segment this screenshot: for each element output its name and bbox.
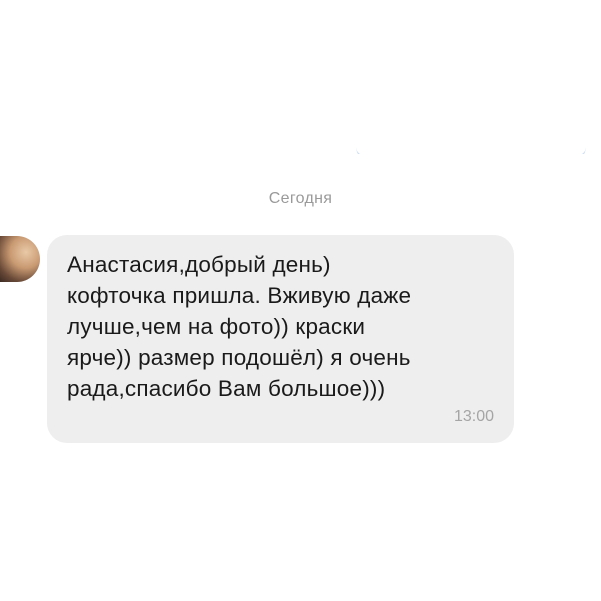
date-separator: Сегодня: [268, 190, 333, 207]
incoming-message-bubble[interactable]: Анастасия,добрый день) кофточка пришла. …: [47, 235, 514, 443]
message-text: Анастасия,добрый день) кофточка пришла. …: [67, 252, 412, 401]
message-timestamp: 13:00: [453, 408, 494, 425]
